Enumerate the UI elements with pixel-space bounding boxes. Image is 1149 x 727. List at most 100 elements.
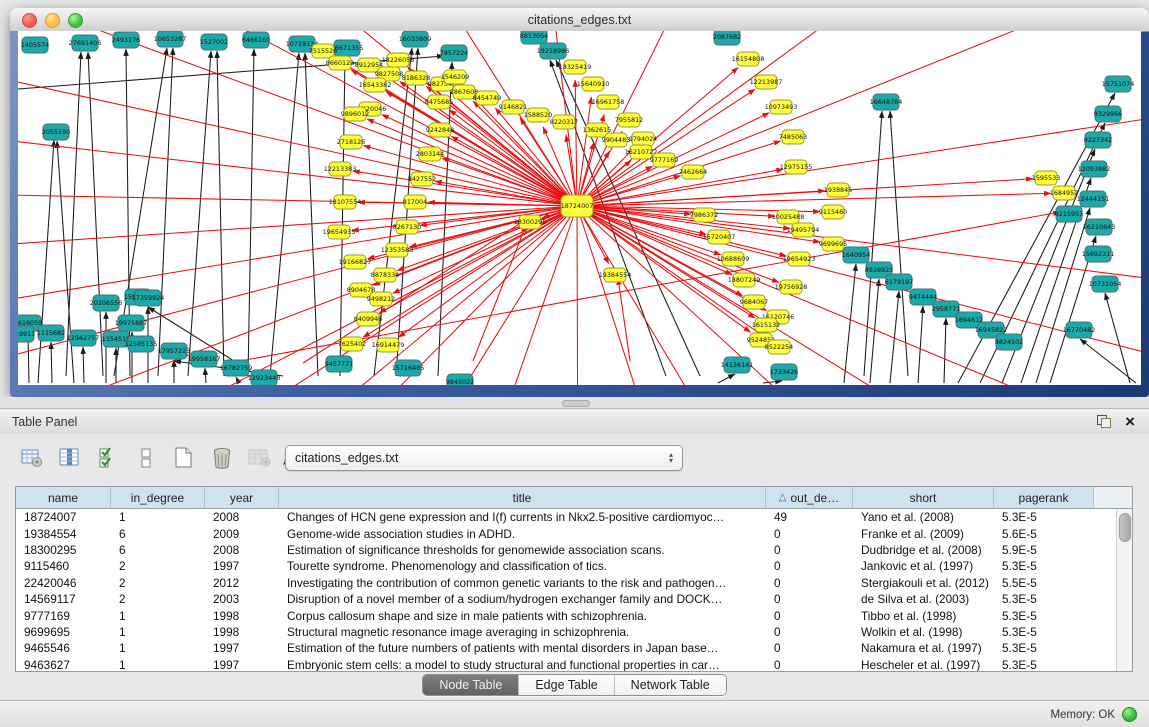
graph-node[interactable]: 2493176	[112, 32, 140, 48]
table-settings-icon[interactable]	[18, 445, 45, 472]
graph-node[interactable]: 19384554	[599, 268, 632, 282]
tab-network-table[interactable]: Network Table	[614, 675, 726, 695]
graph-node[interactable]: 1615132	[752, 318, 780, 332]
network-window-titlebar[interactable]: citations_edges.txt	[10, 8, 1149, 32]
graph-node[interactable]: 7462664	[679, 165, 707, 179]
table-row[interactable]: 969969511998Structural magnetic resonanc…	[16, 624, 1132, 640]
graph-node[interactable]: 1640954	[842, 247, 870, 263]
graph-node[interactable]: 7625402	[338, 337, 366, 351]
graph-node[interactable]: 19654923	[783, 252, 816, 266]
graph-node[interactable]: 9896012	[341, 107, 369, 121]
tab-edge-table[interactable]: Edge Table	[518, 675, 613, 695]
graph-node[interactable]: 7485063	[779, 130, 807, 144]
minimize-window-button[interactable]	[45, 13, 60, 28]
graph-node[interactable]: 9845022	[446, 374, 474, 385]
graph-node[interactable]: 20206556	[90, 295, 123, 311]
table-selector-dropdown[interactable]: citations_edges.txt ▴▾	[285, 445, 683, 471]
graph-node[interactable]: 8409948	[354, 312, 382, 326]
graph-node[interactable]: 8186328	[402, 71, 430, 85]
close-panel-icon[interactable]: ×	[1125, 415, 1135, 428]
graph-node[interactable]: 9115460	[819, 205, 847, 219]
table-row[interactable]: 1830029562008Estimation of significance …	[16, 542, 1132, 558]
graph-node[interactable]: 9457771	[325, 356, 353, 372]
graph-node[interactable]: 9684067	[740, 295, 768, 309]
graph-node[interactable]: 8454749	[473, 91, 501, 105]
delete-column-icon[interactable]	[208, 445, 235, 472]
graph-node[interactable]: 16770482	[1063, 322, 1096, 338]
graph-node[interactable]: 16033809	[399, 31, 432, 47]
graph-node[interactable]: 1684957	[1050, 186, 1078, 200]
graph-node[interactable]: 18325419	[559, 60, 592, 74]
graph-node[interactable]: 12942757	[67, 330, 100, 346]
table-row[interactable]: 1938455462009Genome-wide association stu…	[16, 525, 1132, 541]
graph-node[interactable]: 817004	[403, 195, 427, 209]
graph-node[interactable]: 18724007	[561, 195, 594, 217]
close-window-button[interactable]	[22, 13, 37, 28]
graph-node[interactable]: 18807249	[728, 273, 761, 287]
graph-node[interactable]: 8427552	[408, 172, 436, 186]
row-boxes-icon[interactable]	[132, 445, 159, 472]
graph-node[interactable]: 17957223	[158, 343, 191, 359]
graph-node[interactable]: 16648784	[870, 94, 903, 110]
graph-node[interactable]: 14136141	[721, 357, 754, 373]
graph-node[interactable]: 9498212	[367, 292, 395, 306]
column-header-pagerank[interactable]: pagerank	[994, 487, 1094, 509]
table-row[interactable]: 946362711997Embryonic stem cells: a mode…	[16, 657, 1132, 672]
column-header-title[interactable]: title	[279, 487, 766, 509]
graph-node[interactable]: 19958167	[188, 351, 221, 367]
graph-node[interactable]: 8878334	[371, 268, 399, 282]
zoom-window-button[interactable]	[68, 13, 83, 28]
graph-node[interactable]: 10025488	[772, 210, 805, 224]
graph-node[interactable]: 18107554	[329, 195, 362, 209]
graph-node[interactable]: 1546209	[441, 70, 469, 84]
graph-node[interactable]: 12505135	[125, 336, 158, 352]
tab-node-table[interactable]: Node Table	[423, 675, 518, 695]
graph-node[interactable]: 19495794	[787, 223, 820, 237]
graph-node[interactable]: 9227342	[1084, 132, 1112, 148]
graph-node[interactable]: 15692311	[1082, 246, 1115, 262]
column-header-name[interactable]: name	[16, 487, 111, 509]
graph-node[interactable]: 15751074	[1102, 76, 1135, 92]
graph-node[interactable]: 12444151	[1077, 191, 1110, 207]
graph-node[interactable]: 2803144	[416, 147, 444, 161]
graph-node[interactable]: 7857224	[440, 45, 468, 61]
graph-node[interactable]: 12353583	[381, 243, 414, 257]
graph-node[interactable]: 10731054	[1089, 276, 1122, 292]
graph-node[interactable]: 9777169	[650, 153, 678, 167]
graph-node[interactable]: 1595533	[1032, 171, 1060, 185]
column-header-out_de[interactable]: △out_de…	[766, 487, 853, 509]
graph-node[interactable]: 1115682	[37, 325, 65, 341]
network-view-canvas[interactable]: 1405574276914062493176106532871527002646…	[18, 31, 1141, 385]
vertical-scrollbar[interactable]	[1116, 509, 1132, 671]
table-row[interactable]: 977716911998Corpus callosum shape and si…	[16, 607, 1132, 623]
column-header-short[interactable]: short	[853, 487, 994, 509]
graph-node[interactable]: 10653287	[154, 31, 187, 47]
graph-node[interactable]: 16961758	[592, 95, 625, 109]
graph-node[interactable]: 9474444	[909, 289, 937, 305]
table-row[interactable]: 1872400712008Changes of HCN gene express…	[16, 509, 1132, 525]
graph-node[interactable]: 19166827	[339, 255, 372, 269]
graph-node[interactable]: 9904483	[602, 133, 630, 147]
graph-node[interactable]: 15640910	[577, 77, 610, 91]
graph-node[interactable]: 16154808	[732, 52, 765, 66]
graph-node[interactable]: 18226058	[382, 53, 415, 67]
graph-node[interactable]: 10688609	[717, 252, 750, 266]
graph-node[interactable]: 1938845	[824, 183, 852, 197]
graph-node[interactable]: 9329966	[1094, 106, 1122, 122]
graph-node[interactable]: 12093882	[1078, 161, 1111, 177]
graph-node[interactable]: 8220317	[550, 115, 578, 129]
graph-node[interactable]: 1527002	[200, 34, 228, 50]
graph-node[interactable]: 12923448	[248, 370, 281, 385]
graph-node[interactable]: 6179197	[885, 274, 913, 290]
graph-node[interactable]: 1588520	[524, 108, 552, 122]
table-row[interactable]: 2242004622012Investigating the contribut…	[16, 575, 1132, 591]
graph-node[interactable]: 6466160	[242, 32, 270, 48]
graph-node[interactable]: 16210643	[1083, 219, 1116, 235]
column-header-in_degree[interactable]: in_degree	[111, 487, 205, 509]
graph-node[interactable]: 7986372	[690, 208, 718, 222]
graph-node[interactable]: 17359924	[132, 290, 165, 306]
divider-grip[interactable]	[562, 400, 590, 407]
graph-node[interactable]: 1405574	[21, 37, 49, 53]
graph-node[interactable]: 15716485	[392, 360, 425, 376]
graph-node[interactable]: 12975155	[780, 160, 813, 174]
